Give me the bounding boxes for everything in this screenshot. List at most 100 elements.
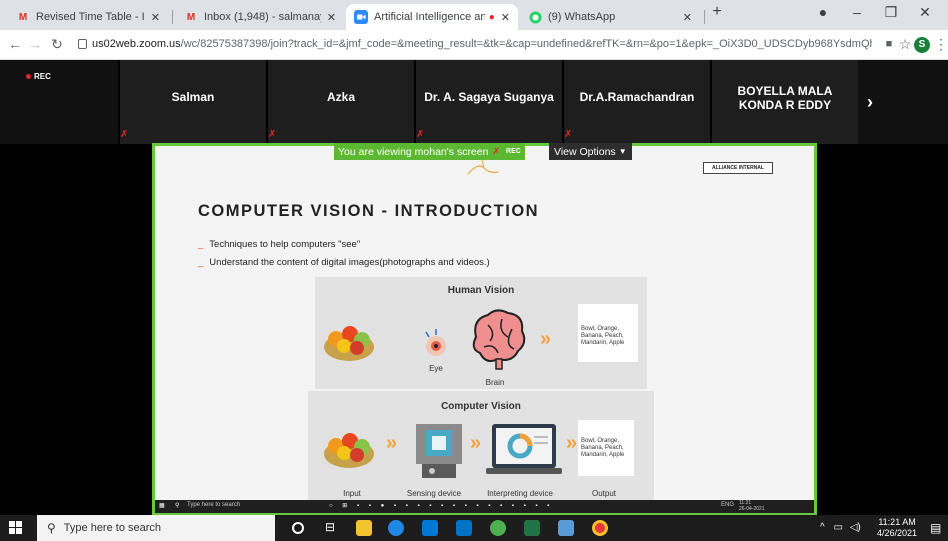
whatsapp-icon [528, 10, 542, 24]
arrow-icon: » [386, 432, 398, 454]
bullet-dash: _ [198, 239, 204, 250]
viewing-banner: You are viewing mohan's screen ✗ REC [334, 143, 525, 160]
network-icon: ▭ [833, 522, 843, 533]
rec-dot-icon [26, 74, 31, 80]
classification-tag: ALLIANCE INTERNAL [703, 162, 773, 174]
shared-lang: ENG [721, 502, 735, 508]
maximize-icon[interactable]: ❐ [876, 4, 906, 21]
arrow-icon: » [566, 432, 578, 454]
url-path: /wc/82575387398/join?track_id=&jmf_code=… [180, 38, 872, 50]
star-icon[interactable]: ☆ [896, 36, 914, 53]
close-icon[interactable]: ✕ [151, 11, 160, 24]
arrow-icon: » [540, 328, 552, 350]
muted-mic-icon: ✗ [268, 129, 277, 140]
close-window-icon[interactable]: ✕ [910, 4, 940, 21]
browser-tab-strip: M Revised Time Table - II, IV, VI Sem ✕ … [0, 0, 948, 30]
search-icon: ⚲ [175, 503, 180, 509]
participant-name: BOYELLA MALA KONDA R EDDY [737, 84, 833, 112]
shared-search-text: Type here to search [187, 502, 241, 508]
store-icon[interactable] [422, 520, 438, 536]
participant-tile[interactable]: Dr. A. Sagaya Suganya ✗ [414, 60, 562, 144]
close-icon[interactable]: ✕ [683, 11, 692, 24]
next-page-button[interactable]: › [858, 60, 882, 144]
chevron-up-icon: ^ [820, 522, 825, 533]
panel-title: Human Vision [447, 285, 515, 296]
participant-tile[interactable]: Salman ✗ [118, 60, 266, 144]
muted-mic-icon: ✗ [492, 146, 501, 156]
tab-artificial-intelligence[interactable]: Artificial Intelligence and its ● ✕ [346, 4, 518, 30]
shared-app-icons: ○ ⊞ ▪ ▪ ● ▪ ▪ ▪ ▪ ▪ ▪ ▪ ▪ ▪ ▪ ▪ ▪ ▪ ▪ [329, 503, 554, 509]
tab-separator [172, 10, 173, 24]
chevron-right-icon: › [867, 91, 873, 112]
muted-mic-icon: ✗ [564, 129, 573, 140]
brain-icon [472, 309, 526, 370]
rec-indicator: REC [26, 72, 51, 81]
notifications-icon[interactable]: ▤ [930, 521, 941, 535]
brain-label: Brain [485, 378, 505, 387]
eye-icon [425, 329, 446, 356]
start-icon: ▦ [159, 503, 165, 509]
file-explorer-icon[interactable] [356, 520, 372, 536]
stage-label: Input [343, 489, 361, 498]
chrome-icon[interactable] [592, 520, 608, 536]
annotation-squiggle [467, 160, 499, 175]
gmail-icon: M [186, 11, 196, 23]
participant-tile[interactable]: BOYELLA MALA KONDA R EDDY [710, 60, 858, 144]
reload-icon[interactable]: ↻ [48, 36, 66, 53]
view-options-button[interactable]: View Options ▼ [549, 143, 632, 160]
rec-badge: REC [506, 148, 521, 155]
forward-icon[interactable]: → [26, 36, 44, 52]
address-bar-row: ← → ↻ us02web.zoom.us/wc/82575387398/joi… [0, 30, 948, 60]
url-host: us02web.zoom.us [92, 38, 181, 50]
record-status-icon: ● [818, 4, 828, 20]
tab-inbox[interactable]: M Inbox (1,948) - salmanayaz@gma ✕ [176, 4, 344, 30]
panel-title: Computer Vision [441, 401, 521, 412]
tab-separator [704, 10, 705, 24]
app-icon[interactable] [490, 520, 506, 536]
profile-avatar[interactable]: S [914, 37, 930, 53]
shared-taskbar: ▦ ⚲ Type here to search ○ ⊞ ▪ ▪ ● ▪ ▪ ▪ … [155, 500, 814, 513]
edge-icon[interactable] [388, 520, 404, 536]
stage-label: Sensing device [406, 489, 462, 498]
zoom-icon [354, 10, 368, 24]
participant-name: Dr. A. Sagaya Suganya [424, 90, 554, 104]
slide-bullet: _ Understand the content of digital image… [198, 257, 490, 268]
tab-whatsapp[interactable]: (9) WhatsApp ✕ [520, 4, 700, 30]
participant-name: Dr.A.Ramachandran [579, 90, 695, 104]
gmail-icon: M [18, 11, 28, 23]
stage-label: Output [591, 489, 616, 498]
url-field[interactable]: us02web.zoom.us/wc/82575387398/join?trac… [92, 38, 872, 50]
new-tab-button[interactable]: + [706, 3, 728, 21]
tab-revised-time-table[interactable]: M Revised Time Table - II, IV, VI Sem ✕ [8, 4, 168, 30]
task-view-icon[interactable]: ⊟ [322, 520, 338, 536]
bullet-dash: _ [198, 257, 204, 268]
taskbar-search-input[interactable]: ⚲ Type here to search [37, 515, 275, 541]
computer-output-text: Bowl, Orange, Banana, Peach, Mandarin, A… [578, 420, 634, 476]
close-icon[interactable]: ✕ [501, 11, 510, 24]
arrow-icon: » [470, 432, 482, 454]
muted-mic-icon: ✗ [120, 129, 129, 140]
excel-icon[interactable] [524, 520, 540, 536]
windows-taskbar: ⚲ Type here to search ⊟ ^ ▭ ◁) 11:21 AM … [0, 515, 948, 541]
participant-tile[interactable]: Azka ✗ [266, 60, 414, 144]
recording-dot-icon: ● [488, 11, 495, 23]
laptop-icon [486, 424, 562, 474]
cortana-icon[interactable] [292, 522, 304, 534]
chevron-down-icon: ▼ [618, 147, 627, 156]
back-icon[interactable]: ← [6, 36, 24, 52]
more-menu-icon[interactable]: ⋮ [932, 36, 948, 53]
muted-mic-icon: ✗ [416, 129, 425, 140]
photos-icon[interactable] [558, 520, 574, 536]
windows-start-button[interactable] [9, 521, 23, 535]
slide-bullet: _ Techniques to help computers "see" [198, 239, 361, 250]
taskbar-clock[interactable]: 11:21 AM 4/26/2021 [877, 517, 917, 539]
close-icon[interactable]: ✕ [327, 11, 336, 24]
search-icon: ⚲ [47, 521, 56, 535]
eye-label: Eye [429, 364, 443, 373]
slide-title: COMPUTER VISION - INTRODUCTION [198, 202, 540, 220]
minimize-icon[interactable]: – [842, 4, 872, 20]
system-tray[interactable]: ^ ▭ ◁) [820, 522, 861, 533]
participant-tile[interactable]: Dr.A.Ramachandran ✗ [562, 60, 710, 144]
mail-icon[interactable] [456, 520, 472, 536]
fruit-bowl-icon [324, 433, 374, 468]
